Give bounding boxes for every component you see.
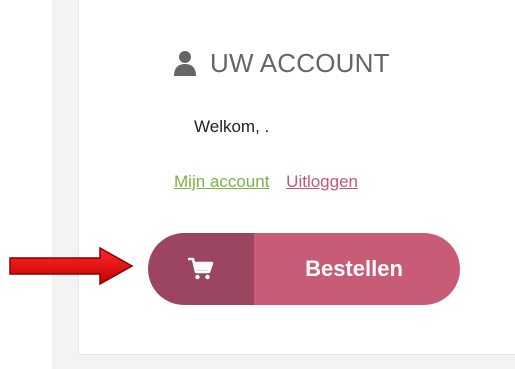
order-button[interactable]: Bestellen (148, 233, 460, 305)
logout-link[interactable]: Uitloggen (286, 172, 358, 191)
account-heading-text: UW ACCOUNT (210, 47, 390, 78)
order-button-icon-area[interactable] (148, 233, 254, 305)
account-links: Mijn account Uitloggen (174, 172, 358, 192)
page: UW ACCOUNT Welkom, . Mijn account Uitlog… (0, 0, 515, 369)
my-account-link[interactable]: Mijn account (174, 172, 269, 191)
user-icon (174, 51, 196, 76)
account-heading: UW ACCOUNT (172, 45, 390, 81)
red-arrow-annotation (9, 246, 134, 286)
welcome-text: Welkom, . (194, 117, 270, 136)
order-button-label[interactable]: Bestellen (254, 233, 460, 305)
cart-icon (188, 257, 214, 280)
